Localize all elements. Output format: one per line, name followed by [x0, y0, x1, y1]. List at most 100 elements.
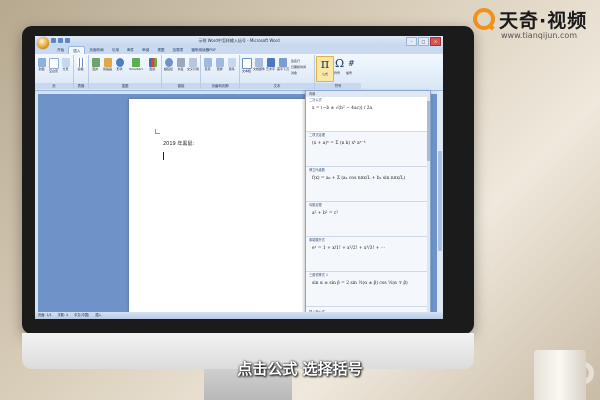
- equation-button[interactable]: π 公式: [316, 56, 334, 82]
- tab-references[interactable]: 引用: [108, 46, 123, 54]
- clipart-button[interactable]: 剪贴画: [102, 58, 113, 71]
- tab-addins[interactable]: 加载项: [169, 46, 188, 54]
- brand-logo: 天奇·视频 www.tianqijun.com: [473, 6, 598, 50]
- title-bar: 示例 Word中怎样输入括号 - Microsoft Word: [35, 36, 443, 46]
- document-scrollbar[interactable]: [437, 91, 443, 312]
- page-break-button[interactable]: 分页: [60, 58, 71, 71]
- equation-item[interactable]: 二项式定理 (x + a)ⁿ = Σ (n k) xᵏ aⁿ⁻ᵏ: [306, 132, 430, 167]
- minimize-button[interactable]: -: [406, 37, 417, 46]
- clipart-label: 剪贴画: [102, 67, 112, 71]
- pi-icon: π: [320, 57, 330, 72]
- wordart-label: 艺术字: [265, 67, 275, 71]
- window-controls: - □ ×: [406, 37, 441, 46]
- hyperlink-button[interactable]: 超链接: [163, 58, 174, 71]
- logo-q-icon: [473, 8, 495, 30]
- close-button[interactable]: ×: [430, 37, 441, 46]
- document-scroll-thumb[interactable]: [438, 151, 442, 251]
- picture-icon: [91, 58, 100, 67]
- text-small-commands: 签名行 日期和时间 对象: [291, 58, 306, 76]
- picture-button[interactable]: 图片: [90, 58, 101, 71]
- document-page[interactable]: 2019 年黑鼠:: [129, 99, 305, 312]
- cover-page-icon: [37, 58, 46, 67]
- vertical-ruler: [35, 94, 38, 312]
- save-icon[interactable]: [51, 38, 56, 43]
- equation-item-formula: (x + a)ⁿ = Σ (n k) xᵏ aⁿ⁻ᵏ: [312, 141, 366, 146]
- footer-button[interactable]: 页脚: [214, 58, 225, 71]
- ribbon-group-tables: 表格 表格: [74, 55, 89, 89]
- word-window: 示例 Word中怎样输入括号 - Microsoft Word - □ × 开始…: [35, 36, 443, 319]
- equation-gallery-scrollbar[interactable]: [427, 97, 430, 312]
- equation-label: 公式: [321, 72, 328, 76]
- tab-mailings[interactable]: 邮件: [123, 46, 138, 54]
- table-label: 表格: [77, 67, 84, 71]
- object-button[interactable]: 对象: [291, 70, 306, 76]
- redo-icon[interactable]: [65, 38, 70, 43]
- maximize-button[interactable]: □: [418, 37, 429, 46]
- blank-page-button[interactable]: 空白页: [48, 58, 59, 73]
- shapes-icon: [115, 58, 124, 67]
- quick-parts-button[interactable]: 文档部件: [253, 58, 266, 71]
- status-words[interactable]: 字数: 4: [58, 312, 69, 319]
- cover-page-label: 封面: [38, 67, 45, 71]
- group-label-illustrations: 插图: [89, 83, 161, 89]
- status-mode[interactable]: 插入: [95, 312, 101, 319]
- video-caption: 点击公式 选择括号: [237, 360, 363, 378]
- hyperlink-label: 超链接: [163, 67, 173, 71]
- equation-item-formula: eˣ = 1 + x/1! + x²/2! + x³/3! + ⋯: [312, 246, 386, 251]
- equation-item[interactable]: 泰勒展开式 eˣ = 1 + x/1! + x²/2! + x³/3! + ⋯: [306, 237, 430, 272]
- logo-brand-text: 天奇·视频: [499, 10, 588, 32]
- tab-home[interactable]: 开始: [53, 46, 68, 54]
- bookmark-label: 书签: [177, 67, 184, 71]
- chart-icon: [148, 58, 157, 67]
- office-button-icon[interactable]: [37, 37, 49, 49]
- textbox-label: 文本框: [241, 69, 251, 73]
- equation-item[interactable]: 二次公式 x = (−b ± √(b² − 4ac)) / 2a: [306, 97, 430, 132]
- cover-page-button[interactable]: 封面: [36, 58, 47, 71]
- margin-corner-mark: [155, 129, 160, 134]
- equation-item[interactable]: 勾股定理 a² + b² = c²: [306, 202, 430, 237]
- cross-reference-label: 交叉引用: [187, 67, 200, 71]
- tab-review[interactable]: 审阅: [138, 46, 153, 54]
- bookmark-button[interactable]: 书签: [175, 58, 186, 71]
- equation-item-formula: a² + b² = c²: [312, 211, 339, 216]
- page-number-icon: [227, 58, 236, 67]
- undo-icon[interactable]: [58, 38, 63, 43]
- equation-gallery-scroll-thumb[interactable]: [427, 101, 430, 161]
- ribbon-group-pages: 封面 空白页 分页 页: [35, 55, 74, 89]
- status-language[interactable]: 中文(中国): [74, 312, 89, 319]
- document-text[interactable]: 2019 年黑鼠:: [163, 140, 194, 147]
- group-label-tables: 表格: [74, 83, 88, 89]
- chart-label: 图表: [149, 67, 156, 71]
- ribbon: 封面 空白页 分页 页 表格 表格 图片 剪贴画 形状 SmartArt 图表 …: [35, 54, 443, 91]
- chart-button[interactable]: 图表: [147, 58, 158, 71]
- equation-item[interactable]: 三角恒等式 1 sin α ± sin β = 2 sin ½(α ± β) c…: [306, 272, 430, 307]
- ribbon-group-header-footer: 页眉 页脚 页码 页眉和页脚: [201, 55, 240, 89]
- page-number-button[interactable]: 页码: [226, 58, 237, 71]
- header-label: 页眉: [204, 67, 211, 71]
- group-label-text: 文本: [240, 83, 314, 89]
- page-number-label: 页码: [228, 67, 235, 71]
- tab-insert[interactable]: 插入: [68, 46, 86, 54]
- omega-symbol-icon[interactable]: Ω: [335, 57, 344, 70]
- tab-view[interactable]: 视图: [153, 46, 168, 54]
- quick-parts-label: 文档部件: [253, 67, 266, 71]
- drop-cap-button[interactable]: 首字下沉: [277, 58, 289, 71]
- wordart-icon: [266, 58, 275, 67]
- header-button[interactable]: 页眉: [202, 58, 213, 71]
- status-page[interactable]: 页面: 1/1: [38, 312, 52, 319]
- shapes-button[interactable]: 形状: [114, 58, 125, 71]
- smartart-button[interactable]: SmartArt: [127, 58, 145, 71]
- tab-page-layout[interactable]: 页面布局: [85, 46, 107, 54]
- cross-reference-button[interactable]: 交叉引用: [187, 58, 200, 71]
- equation-gallery: 内置 二次公式 x = (−b ± √(b² − 4ac)) / 2a 二项式定…: [305, 90, 431, 314]
- equation-item[interactable]: 傅立叶级数 f(x) = a₀ + Σ (aₙ cos nπx/L + bₙ s…: [306, 167, 430, 202]
- picture-label: 图片: [92, 67, 99, 71]
- blank-page-label: 空白页: [48, 69, 58, 73]
- wordart-button[interactable]: 艺术字: [265, 58, 276, 71]
- tab-foxit-pdf[interactable]: 福昕阅读器PDF: [187, 46, 220, 54]
- window-title: 示例 Word中怎样输入括号 - Microsoft Word: [198, 38, 280, 43]
- number-icon[interactable]: #: [348, 59, 355, 68]
- ribbon-group-links: 超链接 书签 交叉引用 链接: [162, 55, 201, 89]
- textbox-button[interactable]: 文本框: [241, 58, 252, 73]
- table-button[interactable]: 表格: [75, 58, 86, 71]
